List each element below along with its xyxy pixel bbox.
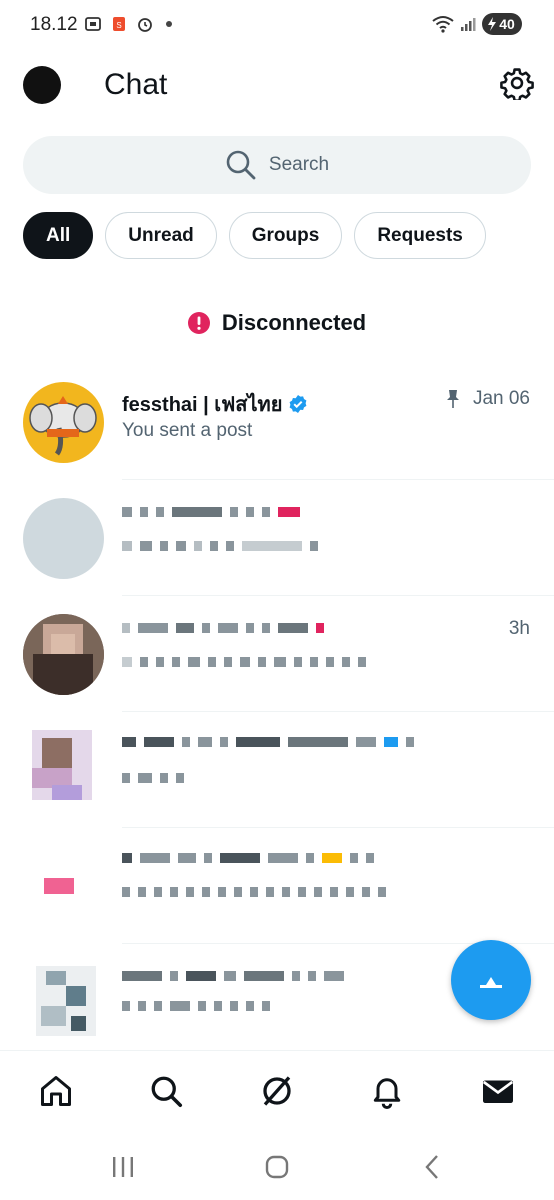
bottom-navigation <box>0 1050 554 1132</box>
tab-requests[interactable]: Requests <box>354 212 486 259</box>
tab-all[interactable]: All <box>23 212 94 259</box>
verified-badge-icon <box>290 395 307 413</box>
conversation-time: Jan 06 <box>472 388 530 409</box>
avatar <box>36 966 96 1036</box>
conversation-item[interactable] <box>0 828 554 944</box>
alarm-icon <box>138 18 152 32</box>
profile-avatar[interactable] <box>23 66 61 104</box>
connection-status: Disconnected <box>0 310 554 336</box>
system-navigation <box>0 1132 554 1200</box>
charging-icon <box>488 17 497 31</box>
avatar-photo-icon <box>23 614 104 695</box>
grok-icon[interactable] <box>259 1073 295 1109</box>
status-time: 18.12 <box>30 14 78 35</box>
obscured-preview <box>122 540 318 552</box>
notification-dot <box>166 21 172 27</box>
obscured-name <box>122 736 414 748</box>
alert-icon <box>187 312 210 334</box>
back-icon[interactable] <box>418 1152 448 1182</box>
conversation-item[interactable]: 3h <box>0 596 554 712</box>
conversation-time: 3h <box>508 618 530 639</box>
tab-groups[interactable]: Groups <box>228 212 343 259</box>
conversation-preview: You sent a post <box>122 420 253 441</box>
obscured-preview <box>122 656 366 668</box>
avatar <box>23 382 104 463</box>
disconnected-label: Disconnected <box>221 310 367 335</box>
wifi-icon <box>432 16 454 33</box>
gear-icon[interactable] <box>500 66 534 100</box>
status-bar: 18.12 S 40 <box>0 0 554 52</box>
messages-icon[interactable] <box>480 1073 516 1109</box>
signal-icon <box>461 18 476 31</box>
home-button-icon[interactable] <box>262 1152 292 1182</box>
obscured-preview <box>122 886 386 898</box>
pin-icon <box>446 390 459 408</box>
avatar <box>23 614 104 695</box>
obscured-name <box>122 852 374 864</box>
obscured-preview <box>122 1000 270 1012</box>
tab-unread[interactable]: Unread <box>105 212 217 259</box>
new-message-icon <box>480 977 502 988</box>
obscured-name <box>122 506 300 518</box>
avatar <box>23 498 104 579</box>
conversation-item[interactable] <box>0 480 554 596</box>
page-title: Chat <box>104 68 168 101</box>
obscured-name <box>122 622 324 634</box>
avatar-photo-icon <box>32 730 92 800</box>
screenshot-icon <box>85 17 101 31</box>
search-input[interactable]: Search <box>269 154 329 176</box>
obscured-name <box>122 970 344 982</box>
conversation-item[interactable] <box>0 712 554 828</box>
avatar <box>32 730 92 800</box>
elephant-logo-icon <box>29 396 97 456</box>
conversation-name: fessthai | เฟสไทย <box>122 394 283 416</box>
search-icon[interactable] <box>148 1073 184 1109</box>
shopee-pay-icon: S <box>113 17 125 31</box>
home-icon[interactable] <box>38 1073 74 1109</box>
conversation-item[interactable]: fessthai | เฟสไทย You sent a post Jan 06 <box>0 364 554 480</box>
search-bar[interactable]: Search <box>23 136 531 194</box>
battery-indicator: 40 <box>482 13 522 35</box>
notifications-icon[interactable] <box>369 1073 405 1109</box>
header: Chat <box>0 52 554 118</box>
avatar <box>44 878 74 894</box>
search-icon <box>226 150 256 180</box>
new-message-button[interactable] <box>451 940 531 1020</box>
recent-apps-icon[interactable] <box>108 1152 138 1182</box>
avatar-photo-icon <box>36 966 96 1036</box>
obscured-preview <box>122 772 184 784</box>
svg-text:S: S <box>116 21 121 30</box>
filter-tabs: All Unread Groups Requests <box>23 212 486 259</box>
battery-level: 40 <box>499 16 515 32</box>
